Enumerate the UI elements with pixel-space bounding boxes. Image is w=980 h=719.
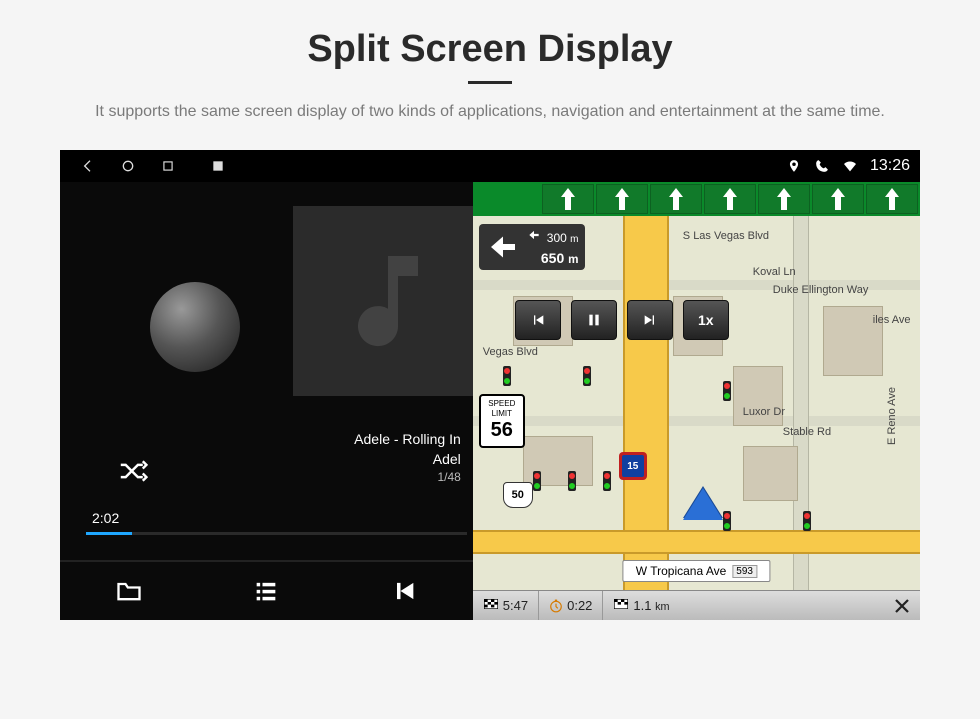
road-number: 593	[732, 565, 757, 578]
turn-instruction-panel: 300 m 650 m	[479, 224, 585, 270]
eta-info[interactable]: 5:47	[473, 591, 539, 620]
joystick-dot[interactable]	[150, 282, 240, 372]
street-label: Luxor Dr	[743, 406, 785, 418]
map-canvas[interactable]: S Las Vegas Blvd Koval Ln Duke Ellington…	[473, 216, 920, 590]
trip-distance-info[interactable]: 1.1 km	[603, 591, 679, 620]
navigation-pane: S Las Vegas Blvd Koval Ln Duke Ellington…	[473, 182, 920, 620]
lane-arrow	[758, 184, 810, 214]
lane-arrow	[596, 184, 648, 214]
track-artist: Adel	[354, 450, 461, 470]
lane-arrow	[650, 184, 702, 214]
vehicle-cursor-icon	[683, 488, 723, 520]
elapsed-time: 2:02	[92, 510, 119, 526]
rewind-button[interactable]	[515, 300, 561, 340]
shuffle-button[interactable]	[118, 460, 148, 482]
phone-icon	[814, 158, 830, 174]
folder-button[interactable]	[109, 571, 149, 611]
clock-icon	[549, 599, 563, 613]
close-icon	[893, 597, 911, 615]
page-subtitle: It supports the same screen display of t…	[95, 100, 885, 124]
street-label: Duke Ellington Way	[773, 284, 869, 296]
lane-arrow	[542, 184, 594, 214]
speed-limit-sign: SPEED LIMIT 56	[479, 394, 525, 448]
page-title: Split Screen Display	[307, 28, 672, 71]
playback-controls: 1x	[515, 300, 729, 340]
picture-icon[interactable]	[210, 158, 226, 174]
street-label: iles Ave	[873, 314, 911, 326]
recent-apps-icon[interactable]	[160, 158, 176, 174]
main-distance: 650	[541, 250, 564, 266]
progress-bar[interactable]	[86, 532, 467, 535]
status-bar: 13:26	[60, 150, 920, 182]
clock: 13:26	[870, 157, 910, 175]
trip-time-info[interactable]: 0:22	[539, 591, 603, 620]
lane-arrow	[812, 184, 864, 214]
lane-arrow	[704, 184, 756, 214]
current-road-label: W Tropicana Ave 593	[623, 560, 770, 582]
device-frame: 13:26 Adele - Rolling In Adel 1/48 2:02	[60, 150, 920, 620]
track-count: 1/48	[354, 469, 461, 486]
flag-icon	[613, 598, 629, 614]
music-note-icon	[328, 241, 448, 361]
speed-limit-value: 56	[481, 418, 523, 442]
street-label: S Las Vegas Blvd	[683, 230, 769, 242]
progress-fill	[86, 532, 132, 535]
speed-limit-label: SPEED LIMIT	[481, 399, 523, 418]
playback-speed-button[interactable]: 1x	[683, 300, 729, 340]
track-title: Adele - Rolling In	[354, 430, 461, 450]
album-art-placeholder	[293, 206, 483, 396]
flag-icon	[483, 598, 499, 614]
playlist-button[interactable]	[246, 571, 286, 611]
forward-button[interactable]	[627, 300, 673, 340]
home-icon[interactable]	[120, 158, 136, 174]
back-icon[interactable]	[80, 158, 96, 174]
location-icon	[786, 158, 802, 174]
sub-distance: 300 m	[547, 232, 579, 245]
wifi-icon	[842, 158, 858, 174]
turn-left-icon	[485, 229, 521, 265]
music-pane: Adele - Rolling In Adel 1/48 2:02	[60, 182, 473, 620]
route-shield-interstate: 15	[619, 452, 647, 480]
lane-arrow	[866, 184, 918, 214]
nav-bottom-bar: 5:47 0:22 1.1 km	[473, 590, 920, 620]
street-label: Vegas Blvd	[483, 346, 538, 358]
street-label: Koval Ln	[753, 266, 796, 278]
close-button[interactable]	[884, 591, 920, 620]
title-underline	[468, 81, 512, 84]
route-shield-us: 50	[503, 482, 533, 508]
turn-right-icon	[527, 228, 541, 242]
street-label: Stable Rd	[783, 426, 831, 438]
previous-track-button[interactable]	[384, 571, 424, 611]
pause-button[interactable]	[571, 300, 617, 340]
lane-guidance-bar	[473, 182, 920, 216]
road-name-text: W Tropicana Ave	[636, 564, 727, 578]
street-label: E Reno Ave	[886, 387, 898, 445]
